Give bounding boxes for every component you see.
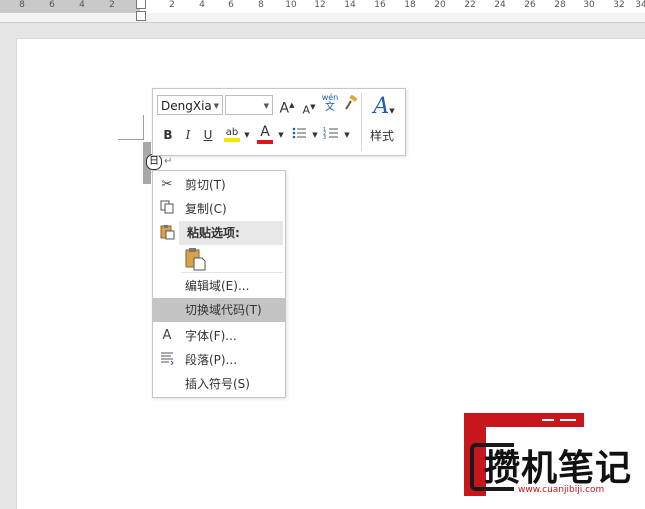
bold-button[interactable]: B bbox=[161, 125, 175, 145]
underline-button[interactable]: U bbox=[201, 125, 215, 145]
phonetic-bottom: 文 bbox=[325, 102, 335, 113]
shrink-font-button[interactable]: A▼ bbox=[301, 97, 317, 117]
field-symbol[interactable]: 日 bbox=[146, 154, 162, 170]
ruler-text-area bbox=[140, 0, 645, 13]
menu-item-copy[interactable]: 复制(C) bbox=[153, 197, 285, 221]
chevron-down-icon[interactable]: ▼ bbox=[277, 125, 285, 145]
font-color-bar bbox=[257, 140, 273, 144]
italic-button[interactable]: I bbox=[181, 125, 195, 145]
menu-item-label: 切换域代码(T) bbox=[185, 303, 262, 317]
chevron-down-icon[interactable]: ▼ bbox=[311, 125, 319, 145]
menu-item-font[interactable]: A 字体(F)... bbox=[153, 324, 285, 348]
ruler-number: 14 bbox=[344, 0, 356, 10]
ruler-number: 8 bbox=[258, 0, 264, 10]
grow-font-button[interactable]: A▲ bbox=[279, 95, 295, 117]
font-color-icon: A bbox=[260, 124, 270, 140]
ruler-number: 6 bbox=[49, 0, 55, 10]
ruler-number: 26 bbox=[524, 0, 536, 10]
ruler-number: 4 bbox=[199, 0, 205, 10]
mini-toolbar: DengXia ▼ ▼ A▲ A▼ wén 文 B I U ab ▼ A ▼ ▼… bbox=[152, 88, 406, 156]
ruler-number: 20 bbox=[434, 0, 446, 10]
numbered-list-icon: 1 2 3 bbox=[323, 127, 338, 141]
format-painter-icon bbox=[345, 94, 358, 110]
horizontal-ruler[interactable]: 8 6 4 2 2 4 6 8 10 12 14 16 18 20 22 24 … bbox=[0, 0, 645, 23]
chevron-down-icon[interactable]: ▼ bbox=[243, 125, 251, 145]
phonetic-guide-button[interactable]: wén 文 bbox=[321, 93, 339, 117]
paste-icon bbox=[158, 224, 176, 242]
ruler-number: 6 bbox=[228, 0, 234, 10]
watermark-logo: 攒机笔记 www.cuanjibiji.com bbox=[464, 413, 645, 496]
ruler-number: 12 bbox=[314, 0, 326, 10]
ruler-number: 24 bbox=[494, 0, 506, 10]
ruler-number: 34 bbox=[635, 0, 645, 10]
bullet-list-icon bbox=[292, 127, 306, 139]
ruler-number: 2 bbox=[169, 0, 175, 10]
grow-font-icon: A bbox=[279, 100, 290, 117]
paste-keep-text-button[interactable] bbox=[183, 247, 207, 271]
menu-separator bbox=[181, 272, 283, 273]
ruler-number: 22 bbox=[464, 0, 476, 10]
menu-item-edit-field[interactable]: 编辑域(E)... bbox=[153, 274, 285, 298]
context-menu: ✂ 剪切(T) 复制(C) 粘贴选项: 编辑域(E)... 切换域代码(T) A… bbox=[152, 170, 286, 398]
chevron-down-icon: ▼ bbox=[213, 102, 219, 110]
styles-label: 样式 bbox=[370, 129, 395, 143]
font-name-value: DengXia bbox=[161, 99, 212, 113]
toolbar-divider bbox=[361, 93, 362, 151]
ruler-number: 16 bbox=[374, 0, 386, 10]
menu-item-label: 插入符号(S) bbox=[185, 377, 250, 391]
menu-item-label: 段落(P)... bbox=[185, 353, 238, 367]
scissors-icon: ✂ bbox=[161, 177, 173, 192]
ruler-number: 2 bbox=[109, 0, 115, 10]
ruler-number: 4 bbox=[79, 0, 85, 10]
copy-icon bbox=[158, 200, 176, 218]
watermark-url: www.cuanjibiji.com bbox=[518, 485, 605, 495]
menu-item-insert-symbol[interactable]: 插入符号(S) bbox=[153, 372, 285, 396]
styles-icon: A bbox=[373, 94, 390, 119]
svg-text:3: 3 bbox=[323, 135, 326, 141]
menu-item-cut[interactable]: ✂ 剪切(T) bbox=[153, 173, 285, 197]
shrink-font-icon: A bbox=[302, 103, 311, 117]
paragraph-mark: ↵ bbox=[164, 156, 173, 167]
ruler-number: 30 bbox=[583, 0, 595, 10]
bullets-button[interactable] bbox=[291, 125, 307, 145]
menu-item-label: 编辑域(E)... bbox=[185, 279, 250, 293]
watermark-title: 攒机笔记 bbox=[484, 448, 633, 489]
menu-item-toggle-field-codes[interactable]: 切换域代码(T) bbox=[153, 298, 285, 322]
ruler-number: 8 bbox=[19, 0, 25, 10]
highlight-color-bar bbox=[224, 138, 240, 142]
margin-corner-mark bbox=[118, 139, 144, 140]
ruler-number: 28 bbox=[554, 0, 566, 10]
margin-corner-mark bbox=[143, 115, 144, 140]
menu-item-label: 复制(C) bbox=[185, 202, 227, 216]
font-icon: A bbox=[162, 328, 172, 343]
menu-item-paragraph[interactable]: 段落(P)... bbox=[153, 348, 285, 372]
menu-item-label: 粘贴选项: bbox=[187, 226, 240, 240]
format-painter-button[interactable] bbox=[343, 94, 359, 115]
font-name-dropdown[interactable]: DengXia ▼ bbox=[157, 95, 223, 115]
logo-decor-icon bbox=[542, 419, 576, 421]
ruler-number: 32 bbox=[613, 0, 625, 10]
paste-options-header: 粘贴选项: bbox=[179, 221, 283, 245]
first-line-indent-marker[interactable] bbox=[136, 0, 146, 9]
menu-item-label: 字体(F)... bbox=[185, 329, 237, 343]
styles-button[interactable]: A▼ bbox=[368, 93, 400, 121]
highlight-button[interactable]: ab bbox=[223, 123, 241, 145]
numbering-button[interactable]: 1 2 3 bbox=[323, 125, 339, 145]
menu-item-label: 剪切(T) bbox=[185, 178, 226, 192]
highlight-icon: ab bbox=[225, 127, 239, 138]
ruler-number: 10 bbox=[285, 0, 297, 10]
left-indent-marker[interactable] bbox=[136, 11, 146, 21]
paste-keep-text-icon bbox=[185, 248, 206, 271]
paragraph-icon bbox=[158, 351, 176, 369]
font-size-dropdown[interactable]: ▼ bbox=[225, 95, 273, 115]
ruler-number: 18 bbox=[404, 0, 416, 10]
chevron-down-icon: ▼ bbox=[263, 102, 269, 110]
chevron-down-icon[interactable]: ▼ bbox=[343, 125, 351, 145]
font-color-button[interactable]: A bbox=[257, 123, 273, 145]
